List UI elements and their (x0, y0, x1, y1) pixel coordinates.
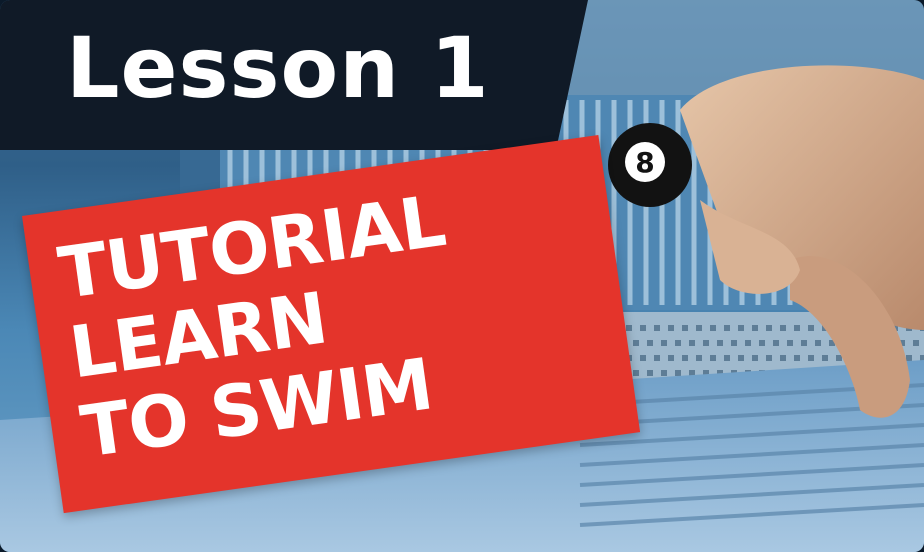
drain-hole (906, 355, 912, 361)
drain-hole (738, 355, 744, 361)
drain-hole (717, 340, 723, 346)
drain-hole (724, 325, 730, 331)
drain-hole (822, 355, 828, 361)
drain-hole (710, 325, 716, 331)
drain-hole (815, 340, 821, 346)
drain-hole (675, 340, 681, 346)
drain-hole (752, 355, 758, 361)
drain-hole (780, 355, 786, 361)
drain-hole (661, 370, 667, 376)
drain-hole (773, 340, 779, 346)
drain-hole (647, 370, 653, 376)
drain-hole (668, 325, 674, 331)
drain-hole (787, 340, 793, 346)
drain-hole (696, 325, 702, 331)
drain-hole (801, 340, 807, 346)
drain-hole (745, 340, 751, 346)
drain-hole (731, 340, 737, 346)
drain-hole (668, 355, 674, 361)
drain-hole (633, 340, 639, 346)
drain-hole (808, 325, 814, 331)
drain-hole (647, 340, 653, 346)
drain-hole (752, 325, 758, 331)
drain-hole (794, 355, 800, 361)
drain-hole (654, 355, 660, 361)
drain-hole (703, 340, 709, 346)
drain-hole (654, 325, 660, 331)
drain-hole (836, 355, 842, 361)
drain-hole (696, 355, 702, 361)
drain-hole (626, 325, 632, 331)
drain-hole (633, 370, 639, 376)
drain-hole (766, 325, 772, 331)
drain-hole (808, 355, 814, 361)
drain-hole (689, 340, 695, 346)
drain-hole (913, 340, 919, 346)
drain-hole (710, 355, 716, 361)
drain-hole (675, 370, 681, 376)
drain-hole (640, 325, 646, 331)
drain-hole (780, 325, 786, 331)
drain-hole (794, 325, 800, 331)
drain-hole (724, 355, 730, 361)
drain-hole (682, 325, 688, 331)
drain-hole (738, 325, 744, 331)
cap-number: 8 (635, 146, 654, 179)
drain-hole (766, 355, 772, 361)
drain-hole (661, 340, 667, 346)
drain-hole (640, 355, 646, 361)
drain-hole (682, 355, 688, 361)
drain-hole (759, 340, 765, 346)
lesson-title: Lesson 1 (66, 19, 490, 117)
video-thumbnail[interactable]: 8 Lesson 1 TUTORIAL LEARN TO SWIM (0, 0, 924, 552)
